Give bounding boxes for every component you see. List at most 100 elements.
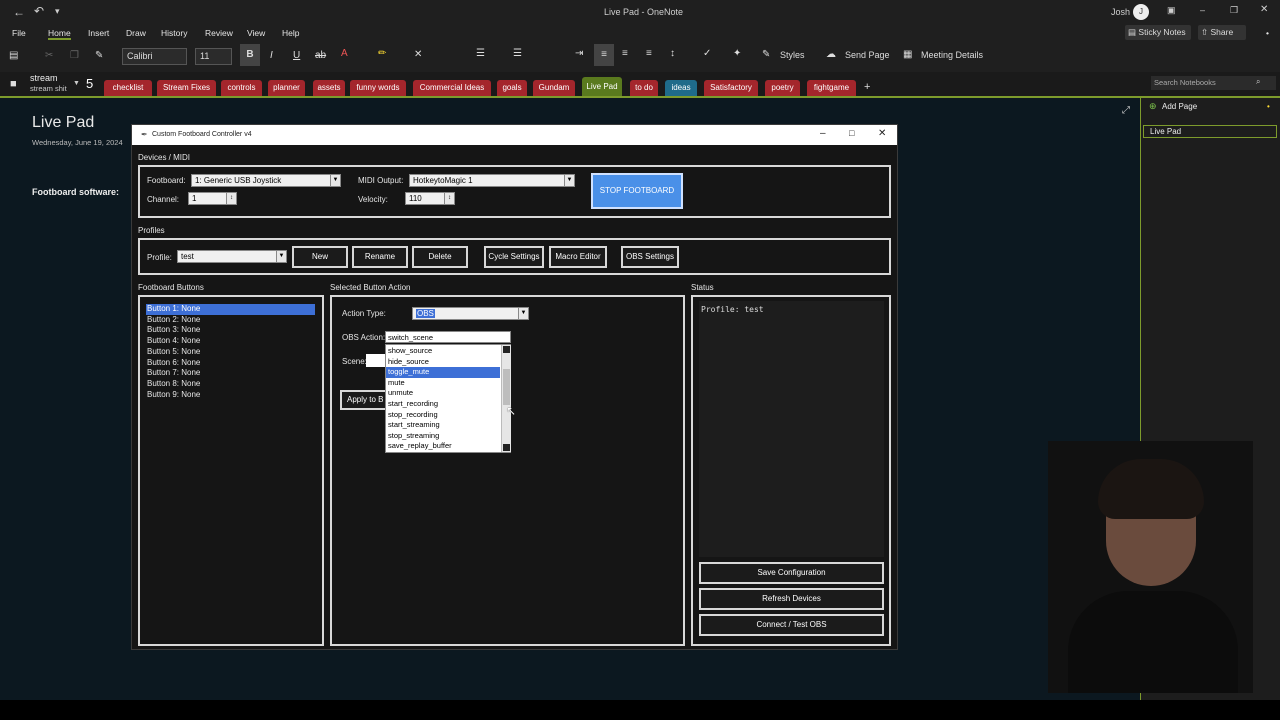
section-tab[interactable]: planner xyxy=(268,80,305,96)
restore-icon[interactable]: ❐ xyxy=(1230,5,1238,16)
page-list-item[interactable]: Live Pad xyxy=(1143,125,1277,138)
app-minimize-icon[interactable]: – xyxy=(820,128,826,139)
chevron-down-icon[interactable]: ▼ xyxy=(564,175,574,186)
more-icon[interactable]: • xyxy=(1266,28,1269,38)
section-tab[interactable]: Stream Fixes xyxy=(157,80,216,96)
dropdown-option[interactable]: stop_streaming xyxy=(386,431,510,442)
dropdown-option[interactable]: show_source xyxy=(386,346,510,357)
dropdown-option[interactable]: mute xyxy=(386,378,510,389)
dropdown-option[interactable]: save_replay_buffer xyxy=(386,441,510,452)
send-page-label[interactable]: Send Page xyxy=(845,50,890,60)
user-name[interactable]: Josh xyxy=(1111,7,1130,17)
avatar[interactable]: J xyxy=(1133,4,1149,20)
app-close-icon[interactable]: ✕ xyxy=(878,128,886,139)
chevron-down-icon[interactable]: ▼ xyxy=(276,251,286,262)
scroll-down-icon[interactable] xyxy=(503,444,510,451)
profile-select[interactable]: test ▼ xyxy=(177,250,287,263)
dropdown-option[interactable]: toggle_mute xyxy=(386,367,500,378)
list-item[interactable]: Button 9: None xyxy=(146,390,315,401)
stop-footboard-button[interactable]: STOP FOOTBOARD xyxy=(591,173,683,209)
obs-settings-button[interactable]: OBS Settings xyxy=(621,246,679,268)
list-item[interactable]: Button 6: None xyxy=(146,358,315,369)
list-item[interactable]: Button 4: None xyxy=(146,336,315,347)
sticky-notes-button[interactable]: ▤ Sticky Notes xyxy=(1125,25,1191,40)
notebook-name[interactable]: stream xyxy=(30,73,58,83)
scroll-up-icon[interactable] xyxy=(503,346,510,353)
format-painter-icon[interactable]: ✎ xyxy=(95,50,103,61)
velocity-spinbox[interactable]: 110 ↕ xyxy=(405,192,455,205)
font-size-box[interactable]: 11 xyxy=(195,48,232,65)
styles-icon[interactable]: ✎ xyxy=(762,49,770,60)
menu-draw[interactable]: Draw xyxy=(126,28,146,38)
styles-label[interactable]: Styles xyxy=(780,50,805,60)
add-page-icon[interactable]: ⊕ xyxy=(1149,101,1157,112)
dropdown-option[interactable]: hide_source xyxy=(386,357,510,368)
section-tab[interactable]: Live Pad xyxy=(582,77,622,96)
scene-input[interactable] xyxy=(366,354,386,367)
page-title[interactable]: Live Pad xyxy=(32,114,94,132)
menu-file[interactable]: File xyxy=(12,28,26,38)
list-item[interactable]: Button 3: None xyxy=(146,325,315,336)
meeting-details-label[interactable]: Meeting Details xyxy=(921,50,983,60)
back-icon[interactable]: ← xyxy=(13,5,25,19)
font-name-box[interactable]: Calibri xyxy=(122,48,187,65)
section-group-name[interactable]: stream shit xyxy=(30,84,67,93)
section-tab[interactable]: fightgame xyxy=(807,80,856,96)
expand-icon[interactable]: ⤢ xyxy=(1122,105,1130,116)
minimize-icon[interactable]: – xyxy=(1200,5,1205,15)
strikethrough-icon[interactable]: ab xyxy=(315,50,326,61)
menu-home[interactable]: Home xyxy=(48,28,71,40)
section-tab[interactable]: ideas xyxy=(665,80,697,96)
search-icon[interactable]: ⌕ xyxy=(1256,77,1260,87)
connect-test-obs-button[interactable]: Connect / Test OBS xyxy=(699,614,884,636)
clear-format-icon[interactable]: ✕ xyxy=(414,49,422,60)
underline-icon[interactable]: U xyxy=(293,50,300,61)
chevron-down-icon[interactable]: ▼ xyxy=(518,308,528,319)
status-textbox[interactable]: Profile: test xyxy=(699,301,884,557)
menu-review[interactable]: Review xyxy=(205,28,233,38)
footboard-select[interactable]: 1: Generic USB Joystick ▼ xyxy=(191,174,341,187)
indent-icon[interactable]: ⇥ xyxy=(575,48,583,59)
menu-view[interactable]: View xyxy=(247,28,265,38)
spinner-arrows-icon[interactable]: ↕ xyxy=(444,193,454,204)
line-spacing-icon[interactable]: ↕ xyxy=(670,48,675,59)
list-item[interactable]: Button 7: None xyxy=(146,368,315,379)
add-section-icon[interactable]: + xyxy=(864,81,870,93)
copy-icon[interactable]: ❐ xyxy=(70,50,79,61)
list-item[interactable]: Button 1: None xyxy=(146,304,315,315)
section-tab[interactable]: assets xyxy=(313,80,345,96)
obs-action-combobox[interactable]: switch_scene xyxy=(385,331,511,343)
menu-history[interactable]: History xyxy=(161,28,187,38)
highlight-icon[interactable]: ✏ xyxy=(378,48,386,59)
page-pane-more-icon[interactable]: • xyxy=(1267,102,1270,111)
undo-icon[interactable]: ↶ xyxy=(34,4,44,18)
menu-insert[interactable]: Insert xyxy=(88,28,109,38)
add-page-label[interactable]: Add Page xyxy=(1162,102,1197,111)
share-button[interactable]: ⇧ Share xyxy=(1198,25,1246,40)
note-text[interactable]: Footboard software: xyxy=(32,187,119,197)
dropdown-option[interactable]: unmute xyxy=(386,388,510,399)
action-type-select[interactable]: OBS ▼ xyxy=(412,307,529,320)
midi-output-select[interactable]: HotkeytoMagic 1 ▼ xyxy=(409,174,575,187)
section-tab[interactable]: funny words xyxy=(350,80,406,96)
section-tab[interactable]: poetry xyxy=(765,80,800,96)
paste-icon[interactable]: ▤ xyxy=(9,50,18,61)
list-item[interactable]: Button 5: None xyxy=(146,347,315,358)
ribbon-display-icon[interactable]: ▣ xyxy=(1167,5,1176,16)
notebook-chevron-icon[interactable]: ▼ xyxy=(73,80,80,87)
quick-access-chevron-icon[interactable]: ▾ xyxy=(55,6,60,17)
spinner-arrows-icon[interactable]: ↕ xyxy=(226,193,236,204)
obs-action-dropdown-list[interactable]: show_source hide_source toggle_mute mute… xyxy=(385,344,511,453)
cycle-settings-button[interactable]: Cycle Settings xyxy=(484,246,544,268)
dropdown-option[interactable]: start_recording xyxy=(386,399,510,410)
rename-profile-button[interactable]: Rename xyxy=(352,246,408,268)
dropdown-option[interactable]: start_streaming xyxy=(386,420,510,431)
macro-editor-button[interactable]: Macro Editor xyxy=(549,246,607,268)
close-icon[interactable]: ✕ xyxy=(1260,4,1268,15)
chevron-down-icon[interactable]: ▼ xyxy=(330,175,340,186)
align-right-icon[interactable]: ≡ xyxy=(646,48,652,59)
find-tags-icon[interactable]: ✦ xyxy=(733,48,741,59)
numbering-icon[interactable]: ☰ xyxy=(513,48,522,59)
app-maximize-icon[interactable]: □ xyxy=(849,128,854,138)
bold-icon[interactable]: B xyxy=(240,44,260,66)
